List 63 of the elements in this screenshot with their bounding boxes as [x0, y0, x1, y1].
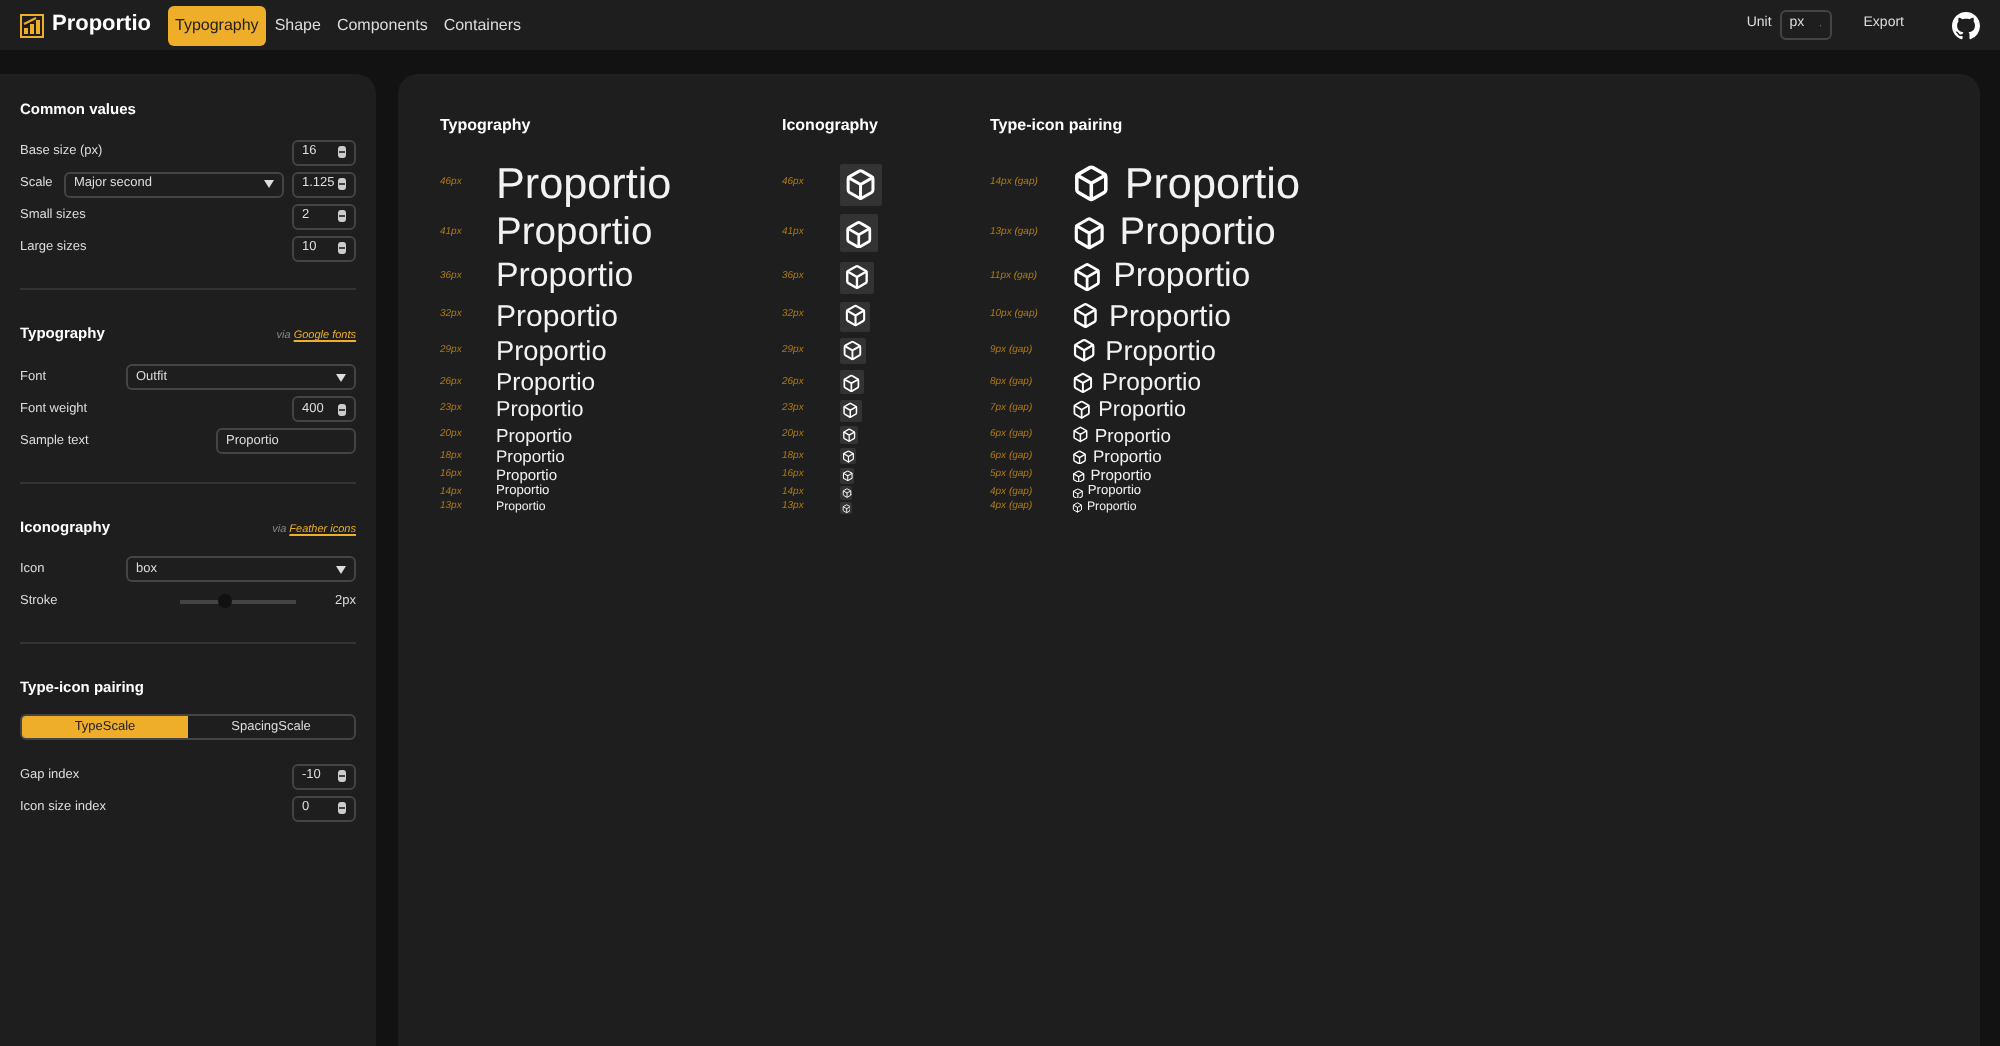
box-icon	[1072, 469, 1086, 483]
slider-thumb[interactable]	[218, 593, 233, 608]
box-icon	[843, 304, 867, 328]
sample-text: Proportio	[496, 301, 618, 332]
box-icon	[1072, 262, 1103, 293]
box-icon	[1072, 449, 1088, 465]
nav-tab[interactable]: Shape	[266, 5, 329, 45]
sample-text: Proportio	[496, 425, 573, 445]
box-icon	[1072, 302, 1099, 330]
sample-text: Proportio	[1098, 399, 1186, 422]
box-icon	[842, 427, 857, 443]
column-heading: Iconography	[782, 114, 881, 138]
box-icon	[842, 340, 864, 362]
box-icon	[1072, 216, 1107, 251]
box-icon	[1072, 164, 1111, 204]
logo-icon	[20, 13, 44, 37]
spinner-icon	[338, 146, 346, 159]
box-icon	[841, 487, 852, 499]
box-icon	[841, 450, 855, 463]
spinner-icon	[338, 403, 346, 415]
sample-text: Proportio	[496, 370, 596, 395]
sample-text: Proportio	[1093, 448, 1162, 465]
box-icon	[842, 402, 859, 419]
box-icon	[1072, 371, 1094, 394]
spinner-icon	[338, 770, 346, 782]
column-heading: Type-icon pairing	[990, 114, 1125, 138]
sample-text: Proportio	[1108, 301, 1231, 332]
sample-text: Proportio	[496, 162, 672, 206]
box-icon	[841, 503, 851, 514]
box-icon	[843, 264, 870, 291]
nav-tab[interactable]: Typography	[167, 5, 267, 45]
spinner-icon	[338, 178, 346, 191]
sample-text: Proportio	[496, 399, 584, 422]
caret-icon	[336, 565, 346, 574]
sample-text: Proportio	[496, 214, 653, 254]
box-icon	[844, 167, 878, 201]
sample-text: Proportio	[1119, 214, 1276, 254]
box-icon	[844, 219, 874, 249]
github-icon[interactable]	[1952, 11, 1980, 39]
sample-text: Proportio	[1105, 337, 1216, 365]
nav-tab[interactable]: Containers	[435, 5, 529, 45]
spinner-icon	[338, 242, 346, 255]
caret-icon	[264, 180, 274, 189]
box-icon	[841, 470, 854, 482]
box-icon	[1072, 426, 1089, 444]
sample-text: Proportio	[1124, 162, 1300, 206]
spinner-icon	[338, 210, 346, 223]
nav-tab[interactable]: Components	[328, 5, 436, 45]
sample-text: Proportio	[496, 448, 565, 465]
sample-text: Proportio	[1113, 260, 1251, 295]
sample-text: Proportio	[496, 260, 634, 295]
spinner-icon	[338, 802, 346, 814]
sample-text: Proportio	[496, 337, 607, 365]
box-icon	[1072, 400, 1092, 421]
box-icon	[1072, 502, 1083, 514]
box-icon	[1072, 487, 1084, 499]
sample-text: Proportio	[1094, 425, 1171, 445]
box-icon	[842, 373, 862, 392]
app-name: Proportio	[52, 10, 151, 41]
sample-text: Proportio	[1101, 370, 1201, 395]
box-icon	[1072, 338, 1097, 364]
caret-icon	[336, 373, 346, 381]
column-heading: Typography	[440, 114, 533, 138]
